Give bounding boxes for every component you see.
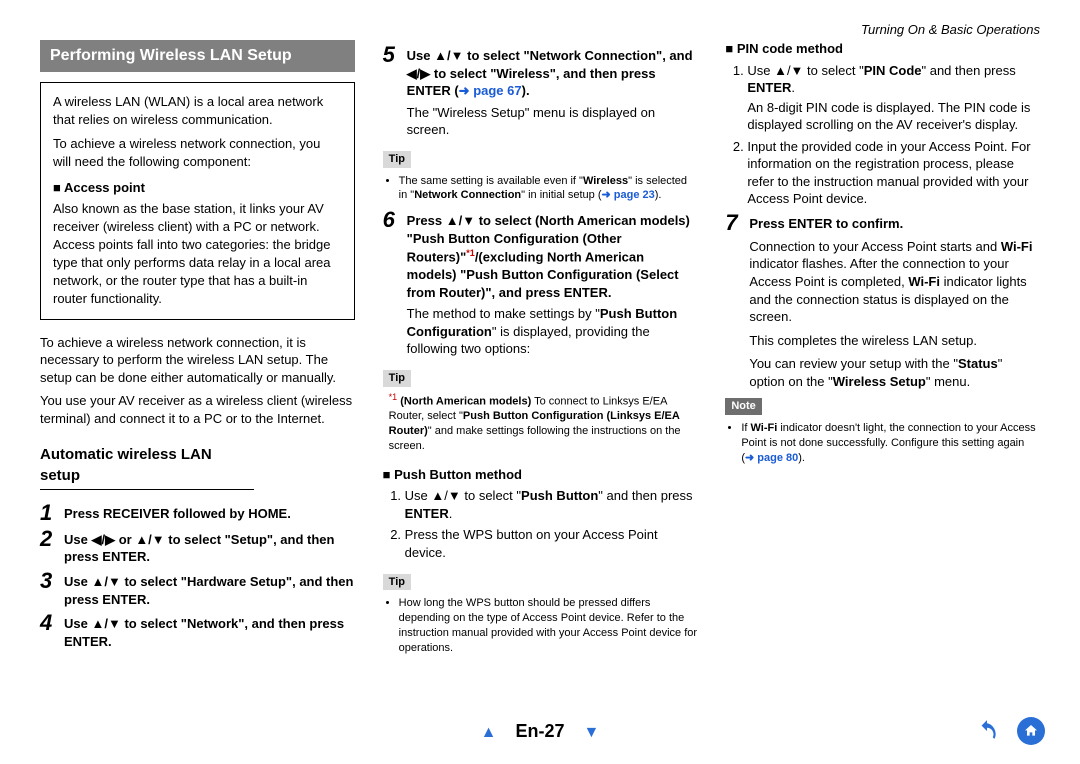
step-num-7: 7 [725,212,749,234]
access-point-heading: Access point [53,179,342,197]
column-2: 5 Use to select "Network Connection", an… [383,40,698,662]
page-footer: ▲ En-27 ▼ [0,721,1080,742]
page-link-67[interactable]: page 67 [459,83,522,98]
column-1: Performing Wireless LAN Setup A wireless… [40,40,355,662]
step-5: 5 Use to select "Network Connection", an… [383,44,698,139]
intro-p2: You use your AV receiver as a wireless c… [40,392,355,427]
tip-label: Tip [383,370,411,387]
step-3-text: Use to select "Hardware Setup", and then… [64,570,355,608]
step-7: 7 Press ENTER to confirm. [725,212,1040,234]
page-link-23[interactable]: page 23 [602,189,655,201]
page-down-icon[interactable]: ▼ [584,724,600,741]
arrow-lr-icon [91,532,115,547]
step-7-text: Press ENTER to confirm. [749,212,1040,234]
step-3: 3 Use to select "Hardware Setup", and th… [40,570,355,608]
pb-item-1: Use to select "Push Button" and then pre… [405,487,698,522]
step-num-1: 1 [40,502,64,524]
section-title: Performing Wireless LAN Setup [40,40,355,72]
column-3: PIN code method Use to select "PIN Code"… [725,40,1040,662]
pin-heading: PIN code method [725,40,1040,58]
step-6: 6 Press to select (North American models… [383,209,698,358]
arrow-ud-icon [91,574,120,589]
step-num-6: 6 [383,209,407,358]
box-p2: To achieve a wireless network connection… [53,135,342,171]
step-5-body: The "Wireless Setup" menu is displayed o… [407,104,698,139]
arrow-ud-icon [446,213,475,228]
push-button-list: Use to select "Push Button" and then pre… [383,487,698,561]
step-6-tip: *1 (North American models) To connect to… [383,391,698,454]
intro-p1: To achieve a wireless network connection… [40,334,355,387]
page-number: En-27 [515,721,564,741]
box-p1: A wireless LAN (WLAN) is a local area ne… [53,93,342,129]
note-label: Note [725,398,761,415]
arrow-ud-icon [434,48,463,63]
step-num-5: 5 [383,44,407,139]
step-2-text: Use or to select "Setup", and then press… [64,528,355,566]
nav-icons [972,716,1046,746]
step-num-3: 3 [40,570,64,608]
step-num-2: 2 [40,528,64,566]
pin-list: Use to select "PIN Code" and then press … [725,62,1040,208]
footnote-ref: *1 [466,248,475,258]
tip-label: Tip [383,574,411,591]
step-4: 4 Use to select "Network", and then pres… [40,612,355,650]
step-6-body: The method to make settings by "Push But… [407,305,698,358]
page-up-icon[interactable]: ▲ [481,724,497,741]
header-section-title: Turning On & Basic Operations [861,22,1040,37]
step-5-tip: The same setting is available even if "W… [383,174,698,204]
pb-item-2: Press the WPS button on your Access Poin… [405,526,698,561]
page-columns: Performing Wireless LAN Setup A wireless… [40,40,1040,662]
arrow-ud-icon [431,488,460,503]
home-icon [1023,723,1039,739]
pb-tip: How long the WPS button should be presse… [383,596,698,655]
step-1: 1 Press RECEIVER followed by HOME. [40,502,355,524]
undo-arrow-icon [974,718,1000,744]
step-2: 2 Use or to select "Setup", and then pre… [40,528,355,566]
tip-label: Tip [383,151,411,168]
auto-setup-heading: Automatic wireless LAN setup [40,445,254,490]
intro-box: A wireless LAN (WLAN) is a local area ne… [40,82,355,320]
push-button-heading: Push Button method [383,466,698,484]
home-button[interactable] [1016,716,1046,746]
step-num-4: 4 [40,612,64,650]
step-1-text: Press RECEIVER followed by HOME. [64,502,355,524]
arrow-ud-icon [91,616,120,631]
back-button[interactable] [972,716,1002,746]
arrow-lr-icon [407,66,431,81]
arrow-ud-icon [135,532,164,547]
step-4-text: Use to select "Network", and then press … [64,612,355,650]
pin-item-2: Input the provided code in your Access P… [747,138,1040,208]
access-point-body: Also known as the base station, it links… [53,200,342,309]
step-5-text: Use to select "Network Connection", and … [407,44,698,139]
page-link-80[interactable]: page 80 [745,452,798,464]
step-6-text: Press to select (North American models) … [407,209,698,358]
arrow-ud-icon [774,63,803,78]
note-text: If Wi-Fi indicator doesn't light, the co… [725,421,1040,466]
pin-item-1: Use to select "PIN Code" and then press … [747,62,1040,134]
step-7-body: Connection to your Access Point starts a… [749,238,1040,390]
